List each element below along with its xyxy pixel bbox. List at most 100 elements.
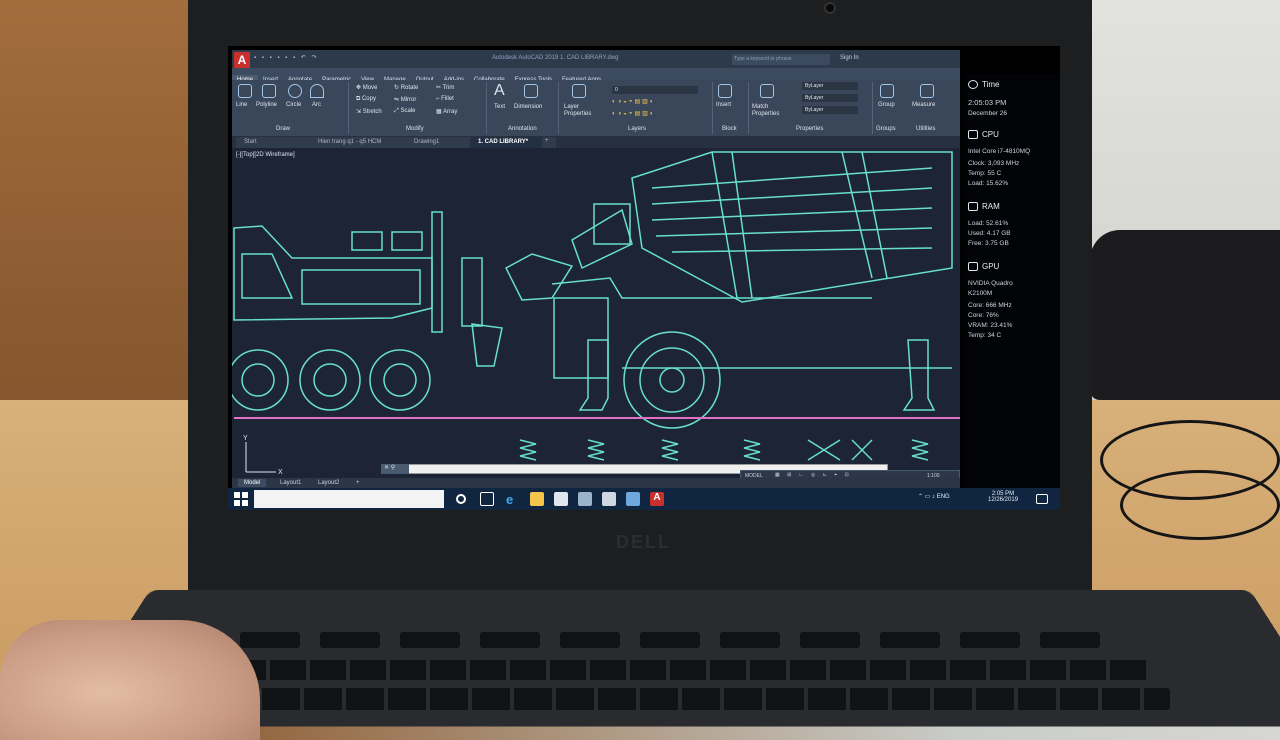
arc-button[interactable]: Arc (312, 102, 321, 108)
app-icon[interactable] (602, 492, 616, 506)
keyboard (200, 620, 1200, 720)
spring (743, 439, 761, 461)
laptop-screen: A ▪ ▪ ▪ ▪ ▪ ▪ ↶ ↷ Autodesk AutoCAD 2019 … (228, 46, 1060, 510)
cpu-icon (968, 130, 978, 139)
match-properties-button[interactable]: Match Properties (752, 104, 786, 118)
panel-utilities-label[interactable]: Utilities (916, 126, 935, 132)
file-tab-cad-library[interactable]: 1. CAD LIBRARY* (470, 137, 540, 148)
group-button[interactable]: Group (878, 102, 895, 108)
store-icon[interactable] (554, 492, 568, 506)
panel-properties-label[interactable]: Properties (796, 126, 823, 132)
lineweight-bylayer-dropdown[interactable]: ByLayer (802, 106, 858, 114)
scale-button[interactable]: ⤢ Scale (394, 108, 415, 115)
ram-load: Load: 52.61% (968, 220, 1009, 227)
layer-tools-icons[interactable]: ◐◑◒◓▤▥◐ (612, 98, 655, 105)
layout-tab-model[interactable]: Model (238, 479, 267, 487)
line-button[interactable]: Line (236, 102, 247, 108)
linetype-bylayer-dropdown[interactable]: ByLayer (802, 94, 858, 102)
array-button[interactable]: ▦ Array (436, 108, 457, 115)
move-label: Move (362, 85, 378, 91)
truck-post (431, 211, 443, 333)
trim-label: Trim (442, 85, 455, 91)
title-bar: A ▪ ▪ ▪ ▪ ▪ ▪ ↶ ↷ Autodesk AutoCAD 2019 … (232, 50, 960, 68)
mail-icon[interactable] (578, 492, 592, 506)
mixer-drum (631, 151, 953, 303)
ribbon-divider (748, 82, 749, 134)
spring (587, 439, 605, 461)
panel-block-label[interactable]: Block (722, 126, 737, 132)
quick-access-toolbar[interactable]: ▪ ▪ ▪ ▪ ▪ ▪ ↶ ↷ (254, 54, 319, 61)
layout-tab-layout2[interactable]: Layout2 (312, 479, 345, 487)
drawing-viewport[interactable]: [-][Top][2D Wireframe] Y X ✕ ⚲ (232, 148, 960, 478)
edge-browser-icon[interactable]: e (506, 492, 520, 507)
rotate-button[interactable]: ↻ Rotate (394, 84, 418, 91)
cortana-icon[interactable] (456, 494, 466, 504)
text-button[interactable]: Text (494, 104, 505, 110)
autocad-taskbar-icon[interactable]: A (650, 492, 664, 506)
ribbon-divider (558, 82, 559, 134)
add-layout-plus-icon[interactable]: + (350, 479, 366, 487)
color-bylayer-dropdown[interactable]: ByLayer (802, 82, 858, 90)
app-icon[interactable] (626, 492, 640, 506)
taskbar-search-input[interactable] (254, 490, 444, 508)
autocad-logo-icon[interactable]: A (234, 52, 250, 68)
file-tab-start[interactable]: Start (236, 137, 310, 148)
layer-properties-button[interactable]: Layer Properties (564, 104, 600, 118)
gpu-monitor-icon (968, 262, 978, 271)
truck-box (351, 231, 383, 251)
circle-icon (288, 84, 302, 98)
stretch-button[interactable]: ⇲ Stretch (356, 108, 382, 115)
ribbon-divider (486, 82, 487, 134)
mirror-button[interactable]: ⇋ Mirror (394, 96, 416, 103)
new-tab-plus-icon[interactable]: + (542, 137, 556, 148)
copy-button[interactable]: ⧉ Copy (356, 96, 376, 103)
action-center-icon[interactable] (1036, 494, 1048, 504)
group-icon (880, 84, 894, 98)
ram-heading: RAM (982, 202, 1000, 211)
polyline-button[interactable]: Polyline (256, 102, 277, 108)
panel-modify-label[interactable]: Modify (406, 126, 424, 132)
file-tab-hien-trang[interactable]: Hien trang q1 - q5 HCM (310, 137, 406, 148)
panel-groups-label[interactable]: Groups (876, 126, 896, 132)
gpu-model: K2100M (968, 290, 993, 297)
copy-label: Copy (361, 96, 376, 102)
tray-icons[interactable]: ⌃ ▭ ♪ (918, 494, 937, 500)
taskbar-clock[interactable]: 2:05 PM 12/26/2019 (988, 491, 1018, 503)
drum-lines (651, 167, 933, 253)
polyline-icon (262, 84, 276, 98)
ucs-icon: Y X (243, 435, 283, 476)
layer-dropdown[interactable]: 0 (612, 86, 698, 94)
file-tab-drawing1[interactable]: Drawing1 (406, 137, 470, 148)
windows-start-icon[interactable] (234, 492, 248, 506)
keyboard-key (480, 632, 540, 648)
time-value: 2:05:03 PM (968, 98, 1007, 107)
cable (1120, 470, 1280, 540)
help-search-input[interactable]: Type a keyword or phrase (732, 54, 830, 65)
keyboard-row (230, 660, 1150, 680)
mixer-chute (505, 253, 574, 301)
rotate-label: Rotate (400, 85, 419, 91)
insert-button[interactable]: Insert (716, 102, 731, 108)
input-language[interactable]: ENG (937, 494, 950, 500)
wheel-hub (383, 363, 417, 397)
task-view-icon[interactable] (480, 492, 494, 506)
fillet-button[interactable]: ⌐ Fillet (436, 96, 454, 102)
dimension-button[interactable]: Dimension (514, 104, 542, 110)
layout-tab-layout1[interactable]: Layout1 (274, 479, 307, 487)
panel-draw-label[interactable]: Draw (276, 126, 290, 132)
system-tray: ⌃ ▭ ♪ ENG (918, 493, 950, 500)
file-explorer-icon[interactable] (530, 492, 544, 506)
truck-box (391, 231, 423, 251)
panel-annotation-label[interactable]: Annotation (508, 126, 537, 132)
measure-button[interactable]: Measure (912, 102, 935, 108)
command-line-close-icon[interactable]: ✕ ⚲ (381, 464, 409, 474)
layer-tools-icons-2[interactable]: ◐◑◒◓▤▥◐ (612, 110, 655, 117)
insert-block-icon (718, 84, 732, 98)
move-button[interactable]: ✥ Move (356, 84, 377, 91)
circle-button[interactable]: Circle (286, 102, 301, 108)
keyboard-key (800, 632, 860, 648)
sign-in-link[interactable]: Sign In (840, 55, 859, 61)
time-heading: Time (982, 80, 1000, 89)
panel-layers-label[interactable]: Layers (628, 126, 646, 132)
trim-button[interactable]: ✂ Trim (436, 84, 454, 91)
